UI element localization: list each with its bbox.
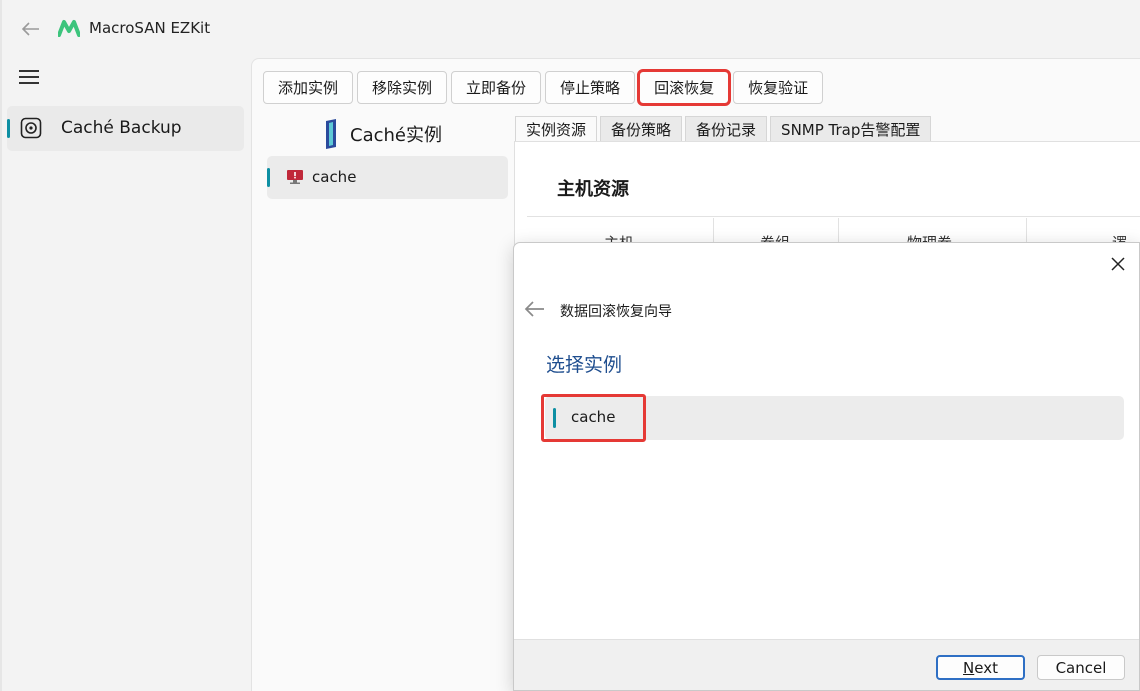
backup-icon xyxy=(20,117,42,139)
tab-backup-policy[interactable]: 备份策略 xyxy=(600,116,683,141)
close-button[interactable] xyxy=(1107,253,1129,275)
next-label-rest: ext xyxy=(974,658,998,677)
tab-instance-resources[interactable]: 实例资源 xyxy=(515,116,598,141)
instance-list-header: Caché实例 xyxy=(322,117,442,151)
instance-label: cache xyxy=(312,168,357,186)
next-accelerator: N xyxy=(963,658,975,677)
dialog-instance-label: cache xyxy=(571,408,616,426)
stop-policy-button[interactable]: 停止策略 xyxy=(545,71,636,104)
divider xyxy=(527,216,1140,217)
selection-indicator xyxy=(553,408,556,428)
cancel-button[interactable]: Cancel xyxy=(1037,655,1125,680)
selection-indicator xyxy=(267,168,270,187)
macrosan-logo-icon xyxy=(58,20,80,37)
dialog-instance-item[interactable]: cache xyxy=(545,396,1124,440)
window-edge xyxy=(0,0,2,691)
rollback-wizard-dialog: 数据回滚恢复向导 选择实例 cache Next Cancel xyxy=(513,242,1140,691)
app-title: MacroSAN EZKit xyxy=(89,19,211,37)
title-bar: MacroSAN EZKit xyxy=(0,0,1140,58)
nav-item-cache-backup[interactable]: Caché Backup xyxy=(7,106,244,151)
step-heading: 选择实例 xyxy=(546,354,623,376)
instance-item-cache[interactable]: cache xyxy=(267,156,508,199)
close-icon xyxy=(1111,257,1125,271)
panel-title: 主机资源 xyxy=(557,179,629,200)
arrow-left-icon xyxy=(22,22,39,36)
hamburger-line xyxy=(19,70,39,72)
instance-list-title: Caché实例 xyxy=(350,125,442,146)
selection-indicator xyxy=(7,119,10,138)
backup-now-button[interactable]: 立即备份 xyxy=(451,71,542,104)
tab-backup-records[interactable]: 备份记录 xyxy=(685,116,768,141)
hamburger-line xyxy=(19,76,39,78)
wizard-title: 数据回滚恢复向导 xyxy=(560,304,672,320)
restore-verify-button[interactable]: 恢复验证 xyxy=(733,71,824,104)
hamburger-line xyxy=(19,82,39,84)
wizard-back-icon[interactable] xyxy=(524,300,546,318)
cache-logo-icon xyxy=(326,119,336,149)
back-button[interactable] xyxy=(18,16,44,42)
add-instance-button[interactable]: 添加实例 xyxy=(263,71,354,104)
dialog-footer: Next Cancel xyxy=(514,639,1139,690)
remove-instance-button[interactable]: 移除实例 xyxy=(357,71,448,104)
tab-snmp-trap[interactable]: SNMP Trap告警配置 xyxy=(770,116,932,141)
next-button[interactable]: Next xyxy=(936,655,1025,680)
toolbar: 添加实例 移除实例 立即备份 停止策略 回滚恢复 恢复验证 xyxy=(263,69,824,106)
menu-toggle-button[interactable] xyxy=(19,66,43,90)
tab-bar: 实例资源 备份策略 备份记录 SNMP Trap告警配置 xyxy=(515,116,932,141)
monitor-icon xyxy=(287,170,303,184)
nav-item-label: Caché Backup xyxy=(61,118,182,138)
rollback-restore-button[interactable]: 回滚恢复 xyxy=(637,69,732,106)
